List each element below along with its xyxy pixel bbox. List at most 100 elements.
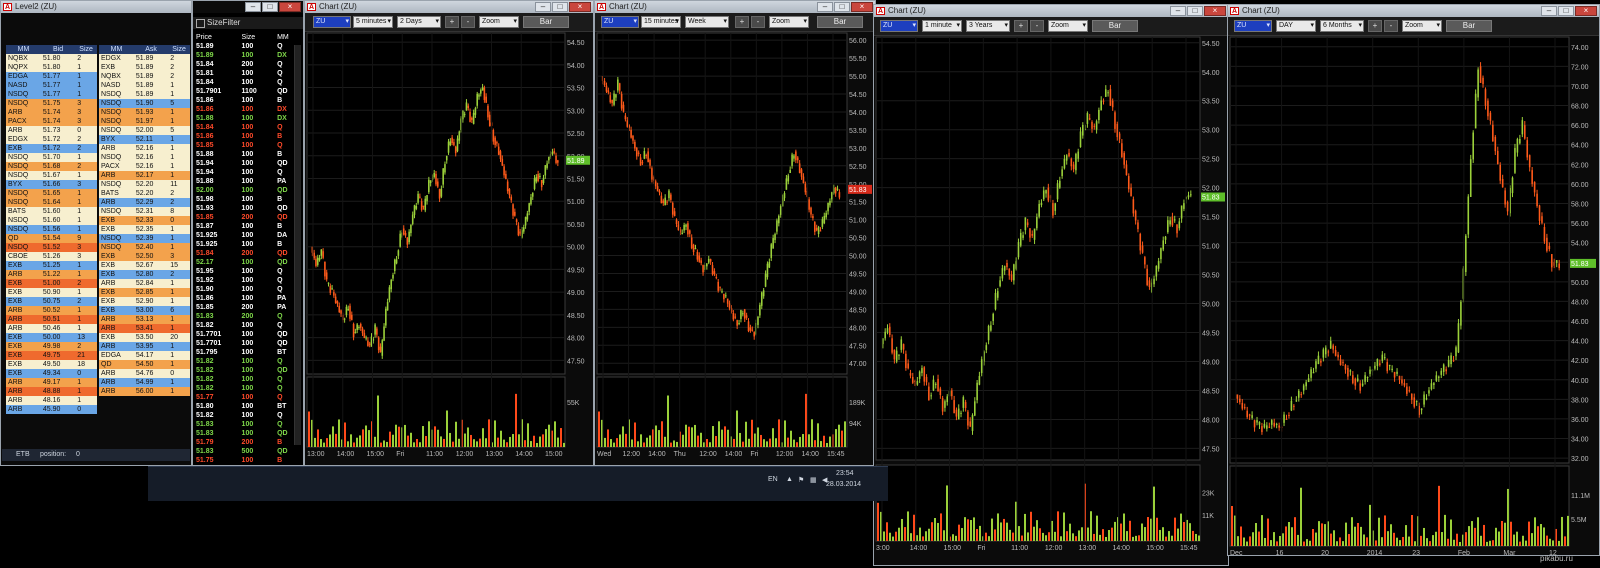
ask-row[interactable]: BATS 52.20 2 (99, 189, 190, 198)
bid-header-mm[interactable]: MM (6, 45, 41, 54)
ask-row[interactable]: ARB 53.13 1 (99, 315, 190, 324)
ask-row[interactable]: NQBX 51.89 2 (99, 72, 190, 81)
sf-row[interactable]: 51.80 100 BT (194, 402, 298, 411)
bid-row[interactable]: ARB 49.17 1 (6, 378, 97, 387)
bid-row[interactable]: EXB 51.25 1 (6, 261, 97, 270)
tray-language[interactable]: EN (768, 476, 778, 483)
sf-header-mm[interactable]: MM (275, 33, 298, 42)
ask-row[interactable]: EXB 52.67 15 (99, 261, 190, 270)
bid-row[interactable]: NSDQ 51.75 3 (6, 99, 97, 108)
ask-row[interactable]: EXB 52.80 2 (99, 270, 190, 279)
price-chart[interactable]: 56.00 55.50 55.00 54.50 54.00 53.50 53.00 52.50… (595, 1, 875, 465)
sf-row[interactable]: 51.82 100 Q (194, 321, 298, 330)
bid-row[interactable]: EXB 51.72 2 (6, 144, 97, 153)
bid-row[interactable]: ARB 51.22 1 (6, 270, 97, 279)
sf-row[interactable]: 51.92 100 Q (194, 276, 298, 285)
sf-row[interactable]: 51.84 100 Q (194, 78, 298, 87)
ask-header-size[interactable]: Size (168, 45, 190, 54)
ask-row[interactable]: EXB 53.50 20 (99, 333, 190, 342)
ask-row[interactable]: EXB 52.50 3 (99, 252, 190, 261)
ask-row[interactable]: EXB 51.89 2 (99, 63, 190, 72)
tray-network-icon[interactable]: ▦ (810, 476, 817, 484)
bid-row[interactable]: NSDQ 51.56 1 (6, 225, 97, 234)
sf-row[interactable]: 51.81 100 Q (194, 69, 298, 78)
bid-row[interactable]: BYX 51.66 3 (6, 180, 97, 189)
bid-row[interactable]: EXB 51.00 2 (6, 279, 97, 288)
sf-row[interactable]: 52.17 100 QD (194, 258, 298, 267)
tray-date[interactable]: 28.03.2014 (826, 481, 861, 488)
sf-row[interactable]: 51.89 100 DX (194, 51, 298, 60)
sf-row[interactable]: 51.95 100 Q (194, 267, 298, 276)
bid-row[interactable]: EDGX 51.72 2 (6, 135, 97, 144)
sf-row[interactable]: 51.87 100 B (194, 222, 298, 231)
sf-row[interactable]: 51.7701 100 QD (194, 339, 298, 348)
sf-row[interactable]: 51.82 100 Q (194, 411, 298, 420)
bid-row[interactable]: ARB 50.46 1 (6, 324, 97, 333)
ask-row[interactable]: ARB 53.95 1 (99, 342, 190, 351)
sf-row[interactable]: 51.795 100 BT (194, 348, 298, 357)
sf-row[interactable]: 51.98 100 B (194, 195, 298, 204)
sizefilter-titlebar[interactable]: – □ × (193, 1, 303, 13)
sf-row[interactable]: 51.88 100 PA (194, 177, 298, 186)
sf-row[interactable]: 51.85 200 QD (194, 213, 298, 222)
bid-row[interactable]: EXB 49.98 2 (6, 342, 97, 351)
bid-row[interactable]: EXB 50.00 13 (6, 333, 97, 342)
bid-row[interactable]: NSDQ 51.68 2 (6, 162, 97, 171)
bid-row[interactable]: NQBX 51.80 2 (6, 54, 97, 63)
ask-row[interactable]: NSDQ 52.00 5 (99, 126, 190, 135)
price-chart[interactable]: 54.5054.0053.5053.0052.5052.0051.5051.00… (305, 1, 593, 465)
sizefilter-scrollbar[interactable] (294, 45, 301, 445)
ask-row[interactable]: EXB 52.33 0 (99, 216, 190, 225)
bid-row[interactable]: NSDQ 51.64 1 (6, 198, 97, 207)
sf-row[interactable]: 51.82 100 Q (194, 384, 298, 393)
bid-row[interactable]: NSDQ 51.65 1 (6, 189, 97, 198)
ask-header-ask[interactable]: Ask (133, 45, 169, 54)
ask-row[interactable]: NSDQ 52.39 1 (99, 234, 190, 243)
ask-row[interactable]: NSDQ 52.40 1 (99, 243, 190, 252)
bid-row[interactable]: EXB 49.34 0 (6, 369, 97, 378)
sf-row[interactable]: 51.82 100 QD (194, 366, 298, 375)
bid-row[interactable]: ARB 50.51 1 (6, 315, 97, 324)
bid-row[interactable]: EXB 49.75 21 (6, 351, 97, 360)
bid-row[interactable]: BATS 51.60 1 (6, 207, 97, 216)
sf-row[interactable]: 51.85 100 Q (194, 141, 298, 150)
ask-row[interactable]: EXB 52.90 1 (99, 297, 190, 306)
level2-titlebar[interactable]: A Level2 (ZU) (1, 1, 191, 13)
ask-row[interactable]: EDGA 54.17 1 (99, 351, 190, 360)
sf-header-price[interactable]: Price (194, 33, 240, 42)
ask-row[interactable]: NSDQ 51.90 5 (99, 99, 190, 108)
bid-row[interactable]: CBOE 51.26 3 (6, 252, 97, 261)
ask-row[interactable]: ARB 52.16 1 (99, 144, 190, 153)
bid-row[interactable]: ARB 50.52 1 (6, 306, 97, 315)
sf-row[interactable]: 51.83 200 Q (194, 312, 298, 321)
bid-row[interactable]: NSDQ 51.52 3 (6, 243, 97, 252)
sf-row[interactable]: 51.90 100 Q (194, 285, 298, 294)
ask-row[interactable]: ARB 52.84 1 (99, 279, 190, 288)
sf-row[interactable]: 51.86 100 B (194, 132, 298, 141)
bid-row[interactable]: EXB 50.90 1 (6, 288, 97, 297)
ask-row[interactable]: PACX 52.16 1 (99, 162, 190, 171)
ask-row[interactable]: NSDQ 51.89 1 (99, 90, 190, 99)
sf-row[interactable]: 51.79 200 B (194, 438, 298, 447)
bid-row[interactable]: ARB 45.90 0 (6, 405, 97, 414)
sf-row[interactable]: 51.77 100 Q (194, 393, 298, 402)
sf-row[interactable]: 51.86 100 PA (194, 294, 298, 303)
ask-row[interactable]: NSDQ 52.31 8 (99, 207, 190, 216)
sf-row[interactable]: 51.84 200 QD (194, 249, 298, 258)
bid-row[interactable]: ARB 48.88 1 (6, 387, 97, 396)
sf-row[interactable]: 51.86 100 B (194, 96, 298, 105)
price-chart[interactable]: 74.00 72.00 70.00 68.00 66.00 64.00 62.00 60.00… (1228, 5, 1599, 555)
bid-header-bid[interactable]: Bid (40, 45, 76, 54)
bid-row[interactable]: NQPX 51.80 1 (6, 63, 97, 72)
bid-row[interactable]: NASD 51.77 1 (6, 81, 97, 90)
sf-row[interactable]: 51.94 100 Q (194, 168, 298, 177)
ask-row[interactable]: ARB 54.76 0 (99, 369, 190, 378)
sf-row[interactable]: 51.89 100 Q (194, 42, 298, 51)
ask-row[interactable]: EXB 53.00 6 (99, 306, 190, 315)
sf-row[interactable]: 51.83 100 QD (194, 429, 298, 438)
bid-row[interactable]: EDGA 51.77 1 (6, 72, 97, 81)
sf-row[interactable]: 51.86 100 DX (194, 105, 298, 114)
tray-flag-icon[interactable]: ⚑ (798, 476, 804, 484)
sf-row[interactable]: 51.7901 1100 QD (194, 87, 298, 96)
ask-row[interactable]: ARB 54.99 1 (99, 378, 190, 387)
